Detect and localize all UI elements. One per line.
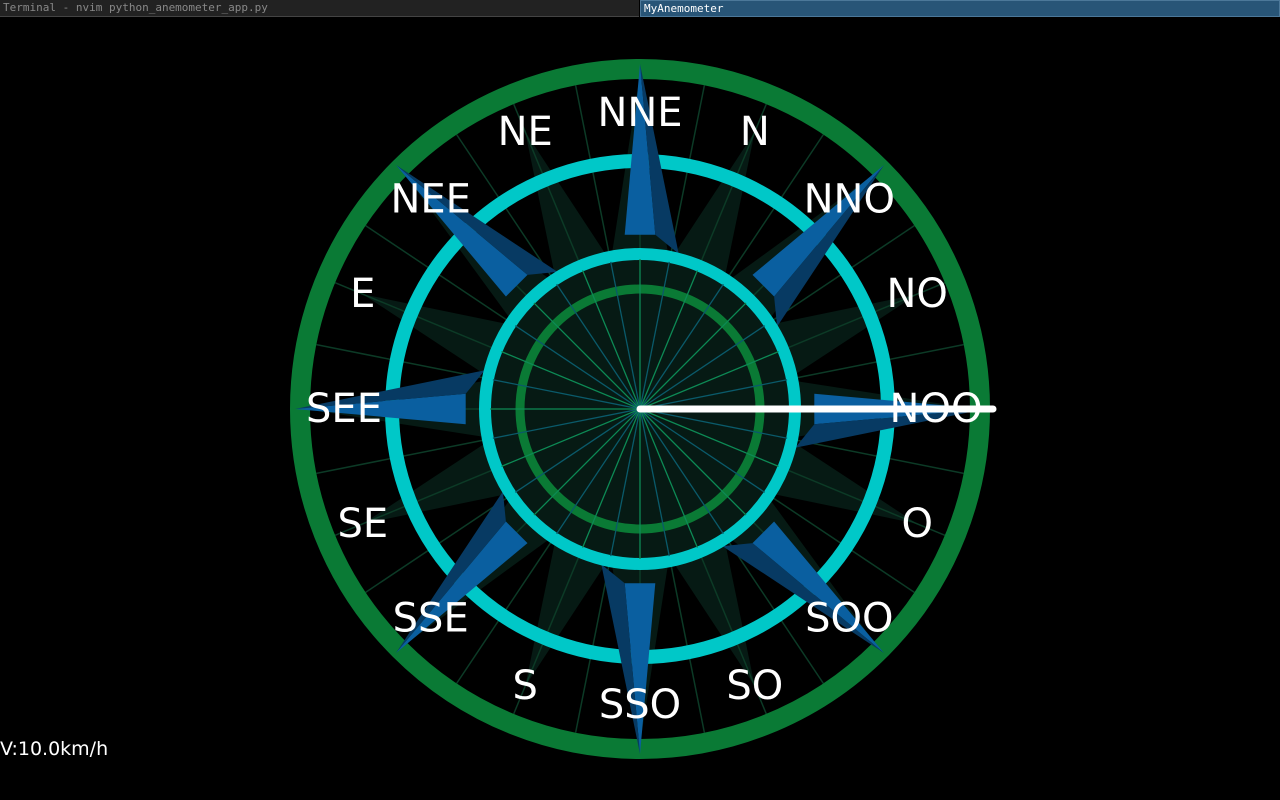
direction-label-so: SO — [726, 663, 783, 709]
direction-label-sso: SSO — [599, 682, 681, 728]
direction-label-see: SEE — [306, 386, 382, 432]
wind-speed-readout: V:10.0km/h — [0, 738, 109, 760]
direction-label-nee: NEE — [390, 177, 470, 223]
direction-label-o: O — [901, 501, 932, 547]
direction-label-sse: SSE — [393, 595, 469, 641]
direction-label-nno: NNO — [804, 177, 895, 223]
direction-label-e: E — [350, 271, 375, 317]
compass-rose: NNE NNNONONOOOSOOSOSSOSSSESESEEENEENE — [290, 59, 997, 759]
direction-label-n: N — [740, 109, 770, 155]
direction-label-soo: SOO — [805, 595, 893, 641]
direction-label-s: S — [513, 663, 538, 709]
direction-label-nne: NNE — [597, 90, 682, 136]
direction-label-no: NO — [886, 271, 947, 317]
direction-label-ne: NE — [498, 109, 553, 155]
direction-label-se: SE — [337, 501, 388, 547]
